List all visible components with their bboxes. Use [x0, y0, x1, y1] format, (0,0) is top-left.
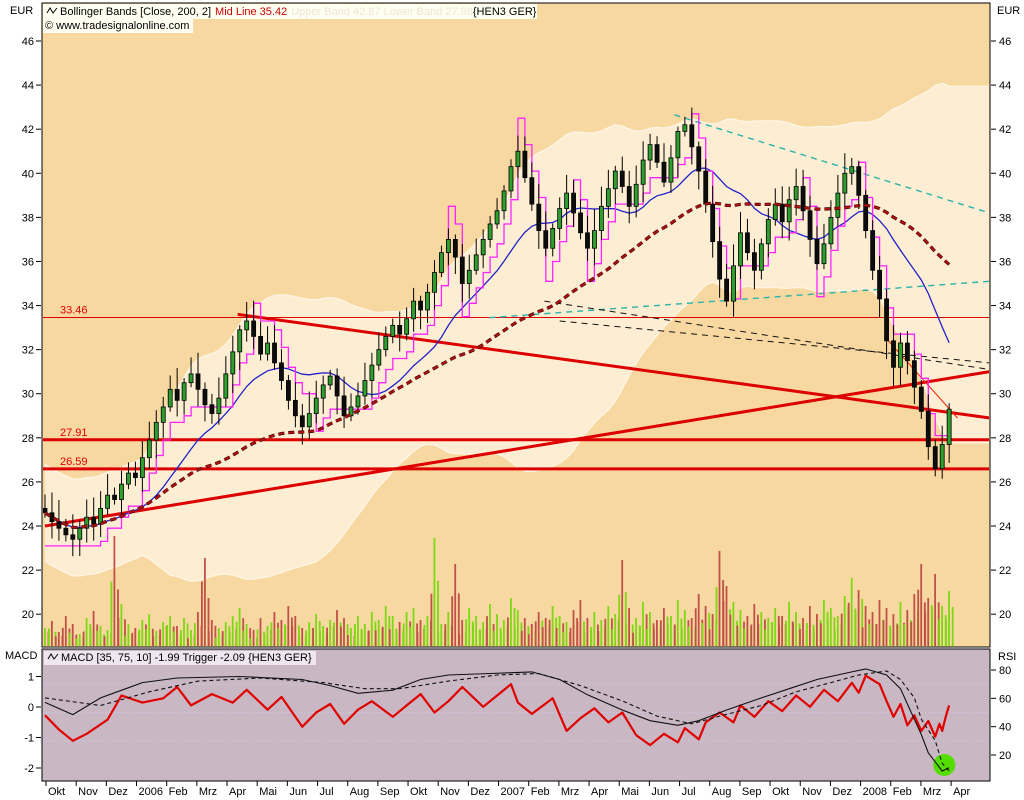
y-tick-label: 22: [22, 565, 34, 577]
macd-axis-label: MACD: [5, 650, 37, 663]
symbol-name: {HEN3 GER}: [473, 6, 540, 18]
sine-wave-icon: [46, 6, 58, 18]
macd-tick-label: -1: [24, 733, 34, 745]
x-axis-month-label: Okt: [772, 786, 789, 798]
x-axis-month-label: Aug: [712, 786, 732, 798]
rsi-tick-label: 40: [999, 722, 1011, 734]
y-tick-label: 46: [999, 36, 1011, 48]
y-tick-label: 36: [22, 256, 34, 268]
y-tick-label: 38: [22, 212, 34, 224]
y-tick-label: 24: [999, 521, 1011, 533]
x-axis-month-label: 2008: [863, 786, 887, 798]
price-level-label: 33.46: [60, 304, 88, 316]
x-axis-month-label: Nov: [78, 786, 98, 798]
y-tick-label: 38: [999, 212, 1011, 224]
x-axis-month-label: Jun: [651, 786, 669, 798]
rsi-axis-label: RSI: [998, 651, 1016, 664]
x-axis-month-label: Sep: [380, 786, 400, 798]
x-axis-month-label: Nov: [440, 786, 460, 798]
indicator-title: Bollinger Bands [Close, 200, 2]: [60, 6, 211, 18]
y-tick-label: 30: [999, 389, 1011, 401]
macd-header-text: MACD [35, 75, 10] -1.99 Trigger -2.09 {H…: [61, 652, 312, 664]
macd-panel[interactable]: [42, 649, 990, 781]
y-tick-label: 32: [22, 345, 34, 357]
x-axis-month-label: Dez: [832, 786, 852, 798]
x-axis-month-label: Feb: [169, 786, 188, 798]
x-axis-month-label: Jul: [682, 786, 696, 798]
x-axis-month-label: Mai: [621, 786, 639, 798]
left-axis-currency: EUR: [10, 5, 33, 18]
rsi-tick-label: 80: [999, 665, 1011, 677]
macd-tick-label: -2: [24, 763, 34, 775]
price-level-label: 27.91: [60, 427, 88, 439]
indicator-header: Bollinger Bands [Close, 200, 2] Mid Line…: [43, 4, 537, 19]
y-tick-label: 20: [22, 609, 34, 621]
x-axis-month-label: Feb: [893, 786, 912, 798]
bands-values-faint: Upper Band 42.87 Lower Band 27.98: [291, 6, 473, 18]
y-tick-label: 46: [22, 36, 34, 48]
y-tick-label: 22: [999, 565, 1011, 577]
y-tick-label: 40: [22, 168, 34, 180]
x-axis-month-label: Mrz: [561, 786, 579, 798]
x-axis-month-label: 2006: [139, 786, 163, 798]
x-axis-month-label: Sep: [742, 786, 762, 798]
price-level-label: 26.59: [60, 456, 88, 468]
right-axis-currency: EUR: [997, 5, 1020, 18]
y-tick-label: 36: [999, 256, 1011, 268]
y-tick-label: 26: [999, 477, 1011, 489]
rsi-tick-label: 60: [999, 693, 1011, 705]
x-axis-month-label: Feb: [531, 786, 550, 798]
x-axis-month-label: Dez: [470, 786, 490, 798]
y-tick-label: 30: [22, 389, 34, 401]
x-axis-month-label: Jun: [289, 786, 307, 798]
x-axis-month-label: Okt: [48, 786, 65, 798]
y-tick-label: 28: [22, 433, 34, 445]
mid-line-value: Mid Line 35.42: [215, 6, 287, 18]
x-axis-month-label: Mrz: [923, 786, 941, 798]
x-axis-month-label: Apr: [591, 786, 608, 798]
x-axis-month-label: Mrz: [199, 786, 217, 798]
y-tick-label: 42: [22, 124, 34, 136]
x-axis-month-label: Aug: [350, 786, 370, 798]
y-tick-label: 34: [22, 301, 34, 313]
y-tick-label: 26: [22, 477, 34, 489]
x-axis-month-label: Apr: [229, 786, 246, 798]
sine-wave-icon: [47, 652, 59, 664]
copyright-label: © www.tradesignalonline.com: [43, 19, 193, 33]
y-tick-label: 28: [999, 433, 1011, 445]
x-axis-month-label: Jul: [320, 786, 334, 798]
macd-tick-label: 1: [28, 672, 34, 684]
y-tick-label: 44: [999, 80, 1011, 92]
y-tick-label: 24: [22, 521, 34, 533]
x-axis-month-label: Dez: [108, 786, 128, 798]
x-axis-month-label: Okt: [410, 786, 427, 798]
x-axis-month-label: Mai: [259, 786, 277, 798]
price-chart-canvas[interactable]: 33.46 27.91 26.59 46 46 44 44 42 42 40 40 38 38 36 36 3…: [0, 0, 1024, 800]
macd-tick-label: 0: [28, 702, 34, 714]
trading-chart-window: 33.46 27.91 26.59 46 46 44 44 42 42 40 40 38 38 36 36 3…: [0, 0, 1024, 800]
rsi-tick-label: 20: [999, 750, 1011, 762]
y-tick-label: 40: [999, 168, 1011, 180]
x-axis-month-label: Nov: [802, 786, 822, 798]
macd-header: MACD [35, 75, 10] -1.99 Trigger -2.09 {H…: [44, 651, 316, 665]
y-tick-label: 44: [22, 80, 34, 92]
y-tick-label: 32: [999, 345, 1011, 357]
y-tick-label: 34: [999, 301, 1011, 313]
x-axis-month-label: Apr: [953, 786, 970, 798]
y-tick-label: 42: [999, 124, 1011, 136]
x-axis-month-label: 2007: [501, 786, 525, 798]
y-tick-label: 20: [999, 609, 1011, 621]
